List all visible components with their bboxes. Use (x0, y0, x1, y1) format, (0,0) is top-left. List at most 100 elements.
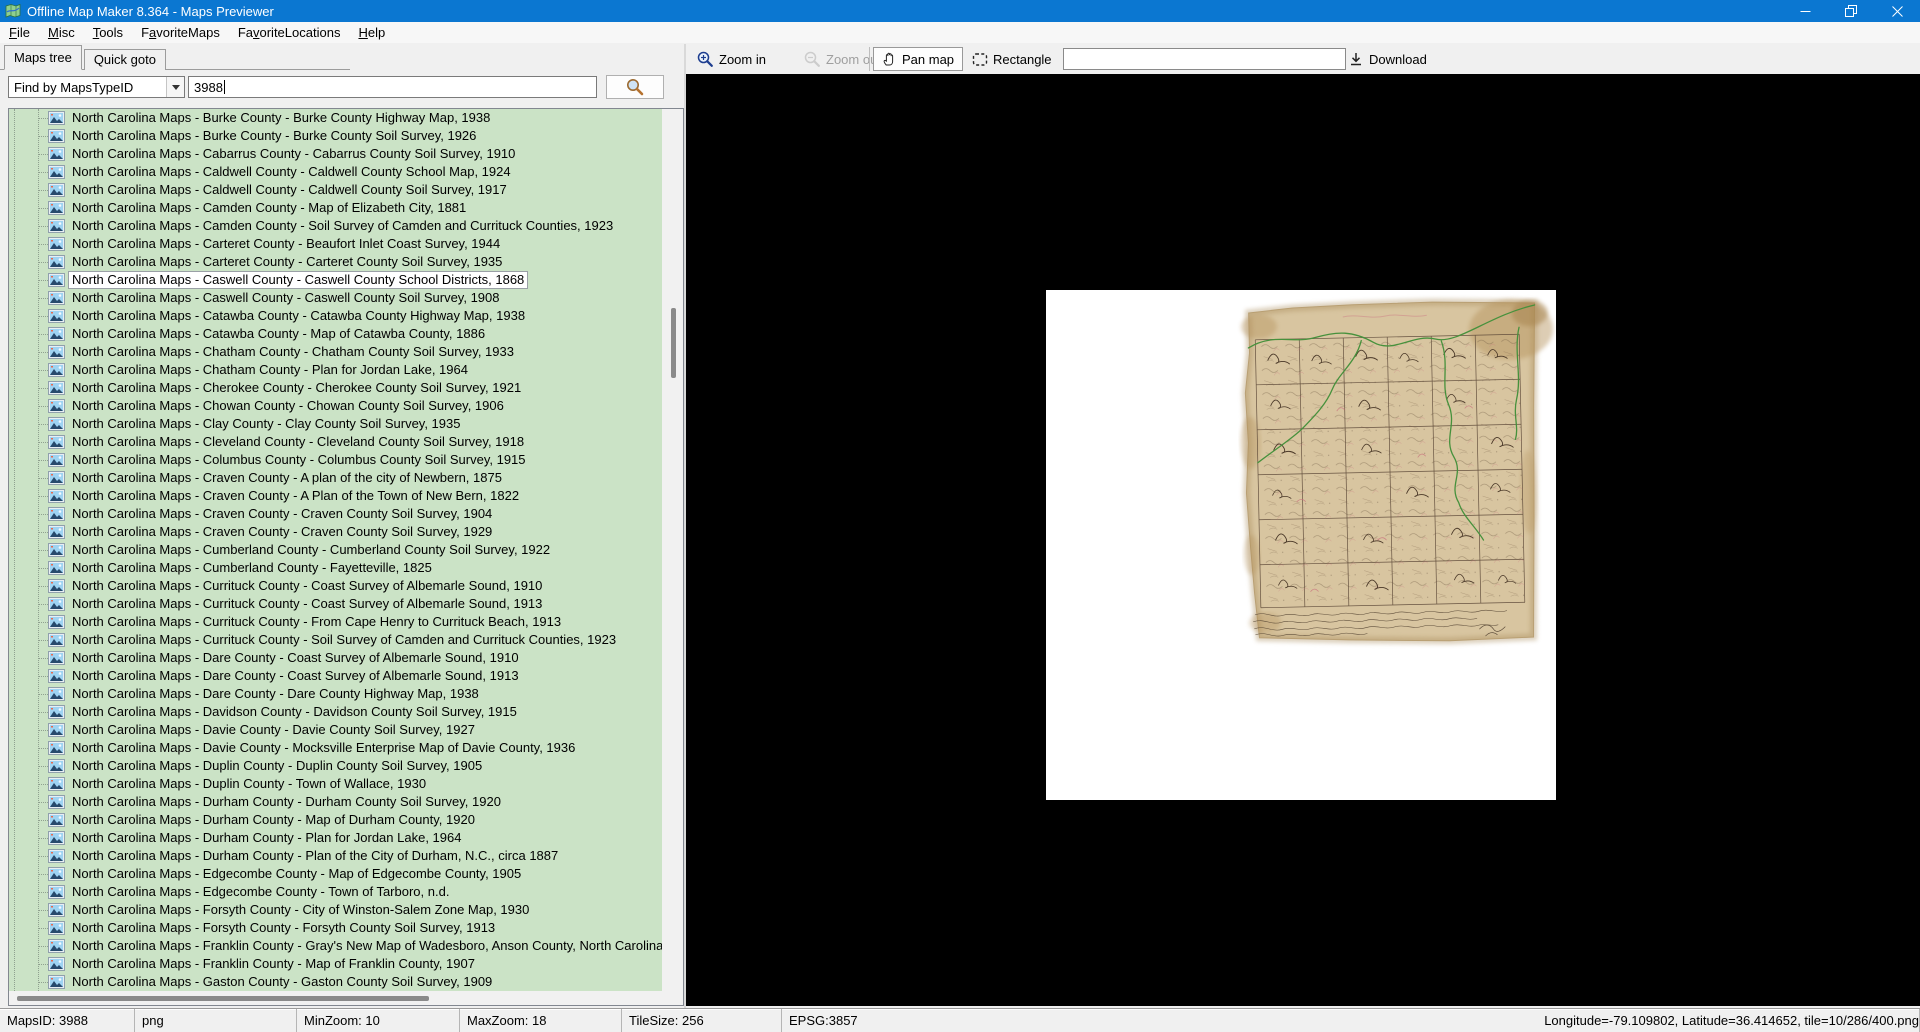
tree-item[interactable]: North Carolina Maps - Davie County - Dav… (9, 721, 662, 739)
tree-item[interactable]: North Carolina Maps - Durham County - Ma… (9, 811, 662, 829)
tree-item[interactable]: North Carolina Maps - Carteret County - … (9, 253, 662, 271)
tree-guide-connector (38, 694, 48, 695)
tree-item[interactable]: North Carolina Maps - Burke County - Bur… (9, 127, 662, 145)
tree-item[interactable]: North Carolina Maps - Catawba County - M… (9, 325, 662, 343)
tree-item[interactable]: North Carolina Maps - Chatham County - C… (9, 343, 662, 361)
menu-item[interactable]: Help (349, 23, 394, 42)
menu-item[interactable]: FavoriteMaps (132, 23, 229, 42)
tree-item[interactable]: North Carolina Maps - Caldwell County - … (9, 163, 662, 181)
scrollbar-thumb[interactable] (17, 996, 429, 1001)
dropdown-arrow-button[interactable] (166, 77, 184, 97)
tab-maps-tree[interactable]: Maps tree (4, 45, 82, 70)
text-caret (223, 80, 225, 94)
tree-item[interactable]: North Carolina Maps - Franklin County - … (9, 937, 662, 955)
menu-item[interactable]: Misc (39, 23, 84, 42)
tab-strip: Maps tree Quick goto (4, 45, 166, 70)
tree-item[interactable]: North Carolina Maps - Catawba County - C… (9, 307, 662, 325)
tree-horizontal-scrollbar[interactable] (9, 991, 663, 1005)
tree-item[interactable]: North Carolina Maps - Craven County - A … (9, 469, 662, 487)
tree-item[interactable]: North Carolina Maps - Cleveland County -… (9, 433, 662, 451)
tree-item-label: North Carolina Maps - Durham County - Pl… (72, 848, 559, 863)
tree-guide-connector (38, 244, 48, 245)
find-by-dropdown[interactable]: Find by MapsTypeID (8, 76, 185, 98)
tree-item[interactable]: North Carolina Maps - Duplin County - Du… (9, 757, 662, 775)
coordinates-input[interactable] (1063, 48, 1346, 70)
zoom-out-icon (804, 51, 820, 67)
tree-item[interactable]: North Carolina Maps - Davie County - Moc… (9, 739, 662, 757)
tree-item-label: North Carolina Maps - Caldwell County - … (72, 182, 507, 197)
tree-item[interactable]: North Carolina Maps - Camden County - Ma… (9, 199, 662, 217)
tree-item[interactable]: North Carolina Maps - Dare County - Coas… (9, 649, 662, 667)
minimize-button[interactable] (1782, 0, 1828, 22)
map-image-icon (48, 255, 65, 269)
tree-item[interactable]: North Carolina Maps - Currituck County -… (9, 595, 662, 613)
download-icon (1351, 53, 1361, 66)
tree-item[interactable]: North Carolina Maps - Edgecombe County -… (9, 865, 662, 883)
menu-item[interactable]: FavoriteLocations (229, 23, 350, 42)
tree-item[interactable]: North Carolina Maps - Craven County - A … (9, 487, 662, 505)
tree-item[interactable]: North Carolina Maps - Cherokee County - … (9, 379, 662, 397)
tree-item[interactable]: North Carolina Maps - Davidson County - … (9, 703, 662, 721)
tree-item[interactable]: North Carolina Maps - Cabarrus County - … (9, 145, 662, 163)
map-image-icon (48, 723, 65, 737)
map-image-icon (48, 579, 65, 593)
tree-item[interactable]: North Carolina Maps - Currituck County -… (9, 631, 662, 649)
menu-item[interactable]: Tools (84, 23, 132, 42)
tree-item[interactable]: North Carolina Maps - Camden County - So… (9, 217, 662, 235)
tree-item[interactable]: North Carolina Maps - Craven County - Cr… (9, 523, 662, 541)
pan-map-button[interactable]: Pan map (873, 47, 963, 71)
map-image-icon (48, 111, 65, 125)
find-by-selected-value: Find by MapsTypeID (14, 79, 134, 95)
tree-item[interactable]: North Carolina Maps - Dare County - Coas… (9, 667, 662, 685)
tree-vertical-scrollbar[interactable] (663, 109, 683, 991)
tree-item-label: North Carolina Maps - Burke County - Bur… (72, 128, 477, 143)
tree-item[interactable]: North Carolina Maps - Durham County - Du… (9, 793, 662, 811)
map-image-icon (48, 507, 65, 521)
map-tile-area[interactable] (1046, 290, 1556, 800)
tree-item[interactable]: North Carolina Maps - Forsyth County - F… (9, 919, 662, 937)
tree-item[interactable]: North Carolina Maps - Durham County - Pl… (9, 847, 662, 865)
tree-item[interactable]: North Carolina Maps - Chatham County - P… (9, 361, 662, 379)
scrollbar-thumb[interactable] (671, 308, 676, 378)
tree-item[interactable]: North Carolina Maps - Columbus County - … (9, 451, 662, 469)
tree-item[interactable]: North Carolina Maps - Cumberland County … (9, 541, 662, 559)
tree-item[interactable]: North Carolina Maps - Caldwell County - … (9, 181, 662, 199)
map-image-icon (48, 309, 65, 323)
tree-item[interactable]: North Carolina Maps - Burke County - Bur… (9, 109, 662, 127)
tree-item[interactable]: North Carolina Maps - Edgecombe County -… (9, 883, 662, 901)
tree-item[interactable]: North Carolina Maps - Carteret County - … (9, 235, 662, 253)
search-input-value: 3988 (194, 79, 223, 95)
map-image-icon (48, 381, 65, 395)
tree-item[interactable]: North Carolina Maps - Durham County - Pl… (9, 829, 662, 847)
tree-item[interactable]: North Carolina Maps - Clay County - Clay… (9, 415, 662, 433)
tree-item-label: North Carolina Maps - Cabarrus County - … (72, 146, 516, 161)
tree-item[interactable]: North Carolina Maps - Forsyth County - C… (9, 901, 662, 919)
tree-item-label: North Carolina Maps - Duplin County - To… (72, 776, 427, 791)
tree-item[interactable]: North Carolina Maps - Gaston County - Ga… (9, 973, 662, 991)
tree-item[interactable]: North Carolina Maps - Chowan County - Ch… (9, 397, 662, 415)
map-canvas[interactable] (686, 74, 1920, 1006)
tree-guide-connector (38, 118, 48, 119)
tree-item[interactable]: North Carolina Maps - Dare County - Dare… (9, 685, 662, 703)
search-input[interactable]: 3988 (188, 76, 597, 98)
tree-item[interactable]: North Carolina Maps - Franklin County - … (9, 955, 662, 973)
tree-item[interactable]: North Carolina Maps - Cumberland County … (9, 559, 662, 577)
download-button[interactable]: Download (1348, 47, 1427, 71)
map-image-icon (48, 867, 65, 881)
tree-item[interactable]: North Carolina Maps - Caswell County - C… (9, 289, 662, 307)
menu-item[interactable]: File (0, 23, 39, 42)
zoom-in-button[interactable]: Zoom in (696, 47, 766, 71)
tree-item[interactable]: North Carolina Maps - Craven County - Cr… (9, 505, 662, 523)
tree-item[interactable]: North Carolina Maps - Caswell County - C… (9, 271, 662, 289)
tree-item[interactable]: North Carolina Maps - Currituck County -… (9, 577, 662, 595)
tree-item[interactable]: North Carolina Maps - Currituck County -… (9, 613, 662, 631)
tree-item[interactable]: North Carolina Maps - Duplin County - To… (9, 775, 662, 793)
rectangle-select-button[interactable]: Rectangle (972, 47, 1052, 71)
restore-button[interactable] (1828, 0, 1874, 22)
tab-quick-goto[interactable]: Quick goto (83, 49, 166, 70)
close-button[interactable] (1874, 0, 1920, 22)
search-button[interactable] (606, 75, 664, 99)
tree-item-label: North Carolina Maps - Durham County - Du… (72, 794, 501, 809)
status-panel: TileSize: 256 (622, 1009, 782, 1032)
tree-guide-connector (38, 928, 48, 929)
